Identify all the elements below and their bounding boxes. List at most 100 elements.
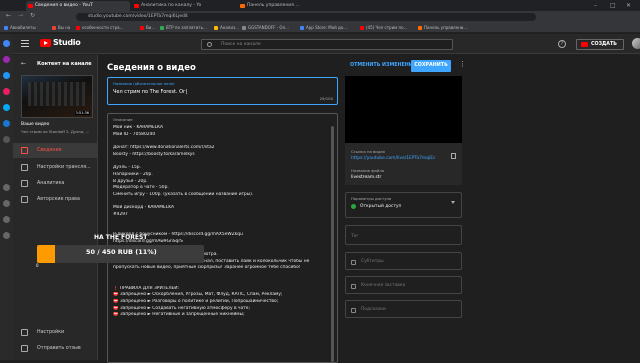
app-icon[interactable]: [3, 120, 10, 127]
tab-label: Сведения о видео - YouT: [35, 3, 93, 8]
visibility-label: Параметры доступа: [351, 196, 392, 201]
app-icon[interactable]: [3, 200, 10, 207]
browser-tab-0[interactable]: Сведения о видео - YouT: [26, 1, 130, 11]
browser-tab-1[interactable]: Аналитика по каналу - Yo: [132, 1, 236, 11]
bookmark-icon: [140, 25, 144, 30]
copy-icon[interactable]: [451, 153, 456, 159]
sidebar-item-copyright[interactable]: Авторские права: [13, 192, 98, 207]
forward-arrow-icon[interactable]: →: [18, 12, 23, 19]
description-line: [113, 199, 328, 206]
bookmark-item[interactable]: Авиабилеты: [4, 23, 36, 33]
maximize-icon[interactable]: □: [610, 0, 616, 11]
tab-label: Аналитика по каналу - Yo: [141, 3, 202, 8]
back-arrow-icon[interactable]: ←: [6, 12, 11, 19]
search-input[interactable]: Поиск на канале: [201, 39, 453, 50]
bookmark-item[interactable]: App Store: Мой до...: [300, 23, 347, 33]
bookmark-icon: [418, 25, 422, 30]
youtube-logo-icon[interactable]: [40, 39, 51, 47]
file-name-value: livestream.str: [351, 175, 382, 180]
menu-icon[interactable]: [21, 40, 29, 47]
subtitles-item[interactable]: Субтитры: [345, 252, 462, 270]
visibility-select[interactable]: Параметры доступа Открытый доступ: [345, 192, 462, 218]
description-line: Boosty - https://boosty.to/karamelkys: [113, 151, 195, 157]
more-options-icon[interactable]: ⋮: [459, 60, 466, 68]
description-line: [113, 219, 328, 226]
description-line: Мой ID - 70580240: [113, 131, 156, 137]
sidebar-item-analytics[interactable]: Аналитика: [13, 176, 98, 191]
save-button[interactable]: СОХРАНИТЬ: [411, 60, 451, 72]
end-screen-label: Конечная заставка: [361, 283, 406, 288]
sidebar-item-settings[interactable]: Настройки: [13, 325, 98, 340]
description-line: В друзья - 20р.: [113, 178, 148, 184]
cards-item[interactable]: Подсказки: [345, 300, 462, 318]
broadcast-icon: [21, 164, 28, 171]
page-title: Сведения о видео: [107, 63, 196, 73]
sidebar-item-feedback[interactable]: Отправить отзыв: [13, 341, 98, 356]
url-text: studio.youtube.com/video/1EPTa7mqi6Ljedi…: [88, 14, 188, 19]
bookmarks-bar: Авиабилеты Вы на особенности стра... Ви.…: [0, 23, 640, 33]
help-icon[interactable]: ?: [558, 40, 566, 48]
app-icon[interactable]: [3, 56, 10, 63]
app-dock: [0, 34, 13, 360]
donation-goal-start: 0: [36, 263, 39, 268]
app-icon[interactable]: [3, 216, 10, 223]
app-icon[interactable]: [3, 40, 10, 47]
description-line: [113, 138, 328, 145]
bookmark-icon: [214, 25, 218, 30]
minimize-icon[interactable]: –: [594, 0, 597, 11]
undo-changes-button[interactable]: ОТМЕНИТЬ ИЗМЕНЕНИЯ: [350, 63, 417, 68]
back-arrow-icon[interactable]: ←: [21, 60, 26, 67]
sidebar-item-label: Авторские права: [37, 197, 80, 202]
app-icon[interactable]: [3, 72, 10, 79]
description-line: Сменить игру - 100р. (указать в сообщени…: [113, 191, 254, 197]
bookmark-item[interactable]: Вы на: [52, 23, 70, 33]
description-scrollbar[interactable]: [331, 126, 334, 362]
studio-logo-text[interactable]: Studio: [53, 38, 81, 47]
sidebar-video-title: Чел стрим по Standoff 2, Дуэли, ...: [21, 129, 90, 134]
description-line: Мой ник - KARAMELKA: [113, 125, 163, 130]
bookmark-icon: [76, 25, 80, 30]
description-line: ⛔ Запрещено ► Разговоры о политике и рел…: [113, 298, 279, 304]
video-link-box: Ссылка на видео https://youtube.com/live…: [345, 143, 462, 185]
avatar[interactable]: [632, 38, 640, 49]
browser-tab-strip: Сведения о видео - YouT Аналитика по кан…: [0, 0, 640, 11]
app-icon[interactable]: [3, 88, 10, 95]
tag-field[interactable]: Тег: [345, 225, 462, 245]
studio-sidebar: ← Контент на канале 3:51:36 Ваше видео Ч…: [13, 55, 98, 360]
bookmark-item[interactable]: ВТР по заплатить...: [160, 23, 207, 33]
bookmark-item[interactable]: Панель управлени...: [418, 23, 467, 33]
end-screen-item[interactable]: Конечная заставка: [345, 276, 462, 294]
title-field[interactable]: Название (обязательное поле) Чел стрим п…: [107, 77, 338, 105]
description-line: #4297: [113, 211, 128, 217]
sidebar-item-details[interactable]: Сведения: [13, 143, 98, 158]
create-button[interactable]: СОЗДАТЬ: [576, 39, 624, 50]
browser-tab-2[interactable]: Панель управления ...: [238, 1, 342, 11]
reload-icon[interactable]: ↻: [30, 12, 35, 19]
bookmark-icon: [300, 25, 304, 30]
bookmark-item[interactable]: Ви...: [140, 23, 155, 33]
video-link[interactable]: https://youtube.com/live/1EPTa7mqiEc: [351, 156, 435, 161]
sidebar-item-stream-settings[interactable]: Настройки трансля...: [13, 160, 98, 175]
close-icon[interactable]: ✕: [626, 0, 631, 11]
description-field-label: Описание: [113, 117, 133, 122]
app-icon[interactable]: [3, 136, 10, 143]
bookmark-item[interactable]: Анализ...: [214, 23, 239, 33]
public-status-icon: [351, 204, 356, 209]
bookmark-item[interactable]: GGSTANDOFF - Ол...: [242, 23, 289, 33]
bookmark-item[interactable]: особенности стра...: [76, 23, 123, 33]
title-field-label: Название (обязательное поле): [113, 81, 175, 86]
app-icon[interactable]: [3, 184, 10, 191]
details-main: Сведения о видео ОТМЕНИТЬ ИЗМЕНЕНИЯ СОХР…: [98, 55, 640, 363]
tab-label: Панель управления ...: [247, 3, 300, 8]
url-field[interactable]: studio.youtube.com/video/1EPTa7mqi6Ljedi…: [76, 13, 536, 21]
bookmark-icon: [360, 25, 364, 30]
studio-header: Studio Поиск на канале ? СОЗДАТЬ: [13, 34, 640, 54]
video-thumbnail[interactable]: 3:51:36: [21, 75, 93, 118]
bookmark-item[interactable]: (45) Чел стрим по...: [360, 23, 407, 33]
video-preview[interactable]: [345, 76, 462, 143]
sidebar-item-label: Отправить отзыв: [37, 346, 81, 351]
pencil-icon: [21, 147, 28, 154]
app-icon[interactable]: [3, 104, 10, 111]
description-text: Мой ник - KARAMELKA Мой ID - 70580240 Дона…: [113, 125, 328, 319]
app-icon[interactable]: [3, 232, 10, 239]
